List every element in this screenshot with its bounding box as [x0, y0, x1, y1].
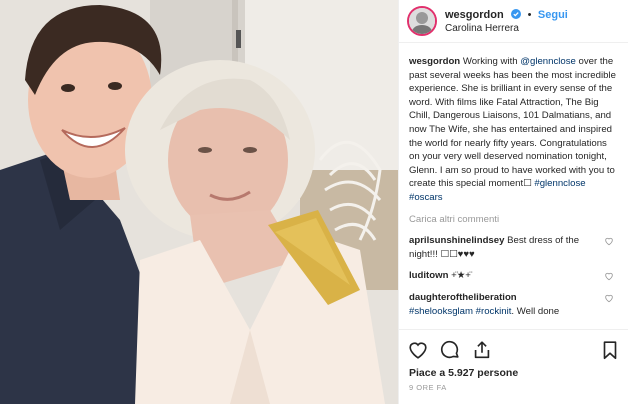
- caption-text-1: Working with: [460, 56, 521, 67]
- comment-hashtag[interactable]: #rockinit: [476, 306, 512, 317]
- instagram-post: wesgordon • Segui Carolina Herrera wesgo…: [0, 0, 628, 404]
- comment-hashtag[interactable]: #shelooksglam: [409, 306, 473, 317]
- caption-mention[interactable]: @glennclose: [520, 56, 576, 67]
- post-caption: wesgordon Working with @glennclose over …: [409, 55, 620, 205]
- post-header: wesgordon • Segui Carolina Herrera: [399, 0, 628, 43]
- heart-icon[interactable]: [407, 339, 429, 361]
- comment-item: daughteroftheliberation #shelooksglam #r…: [409, 291, 620, 318]
- avatar-image: [409, 8, 435, 34]
- header-text: wesgordon • Segui Carolina Herrera: [445, 7, 568, 36]
- post-actions: Piace a 5.927 persone 9 ORE FA: [399, 329, 628, 392]
- post-timestamp: 9 ORE FA: [409, 383, 447, 392]
- comment-heart-icon[interactable]: [604, 293, 614, 303]
- caption-hashtag-glennclose[interactable]: #glennclose: [534, 178, 585, 189]
- comment-username[interactable]: luditown: [409, 270, 448, 281]
- header-username[interactable]: wesgordon: [445, 9, 504, 21]
- post-photo[interactable]: [0, 0, 398, 404]
- load-more-comments-button[interactable]: Carica altri commenti: [409, 213, 620, 227]
- comment-text: +̈★+̈: [448, 270, 471, 282]
- comment-item: luditown +̈★+̈: [409, 269, 620, 283]
- comment-icon[interactable]: [439, 339, 461, 361]
- post-side-panel: wesgordon • Segui Carolina Herrera wesgo…: [398, 0, 628, 404]
- follow-button[interactable]: Segui: [538, 9, 568, 21]
- comment-heart-icon[interactable]: [604, 271, 614, 281]
- header-separator: •: [527, 8, 532, 21]
- avatar[interactable]: [407, 6, 437, 36]
- caption-hashtag-oscars[interactable]: #oscars: [409, 192, 443, 203]
- action-icons: [399, 330, 628, 363]
- comment-username[interactable]: daughteroftheliberation: [409, 292, 517, 303]
- caption-author[interactable]: wesgordon: [409, 56, 460, 67]
- comment-text: . Well done: [511, 305, 560, 317]
- post-body: wesgordon Working with @glennclose over …: [399, 43, 628, 362]
- comment-item: aprilsunshinelindsey Best dress of the n…: [409, 234, 620, 261]
- verified-badge-icon: [511, 8, 522, 19]
- selfie-image: [0, 0, 398, 404]
- likes-count[interactable]: Piace a 5.927 persone: [399, 363, 628, 379]
- location-link[interactable]: Carolina Herrera: [445, 22, 568, 36]
- share-icon[interactable]: [471, 339, 493, 361]
- comment-heart-icon[interactable]: [604, 236, 614, 246]
- bookmark-icon[interactable]: [599, 339, 621, 361]
- comment-username[interactable]: aprilsunshinelindsey: [409, 235, 504, 246]
- caption-text-2: over the past several weeks has been the…: [409, 56, 616, 190]
